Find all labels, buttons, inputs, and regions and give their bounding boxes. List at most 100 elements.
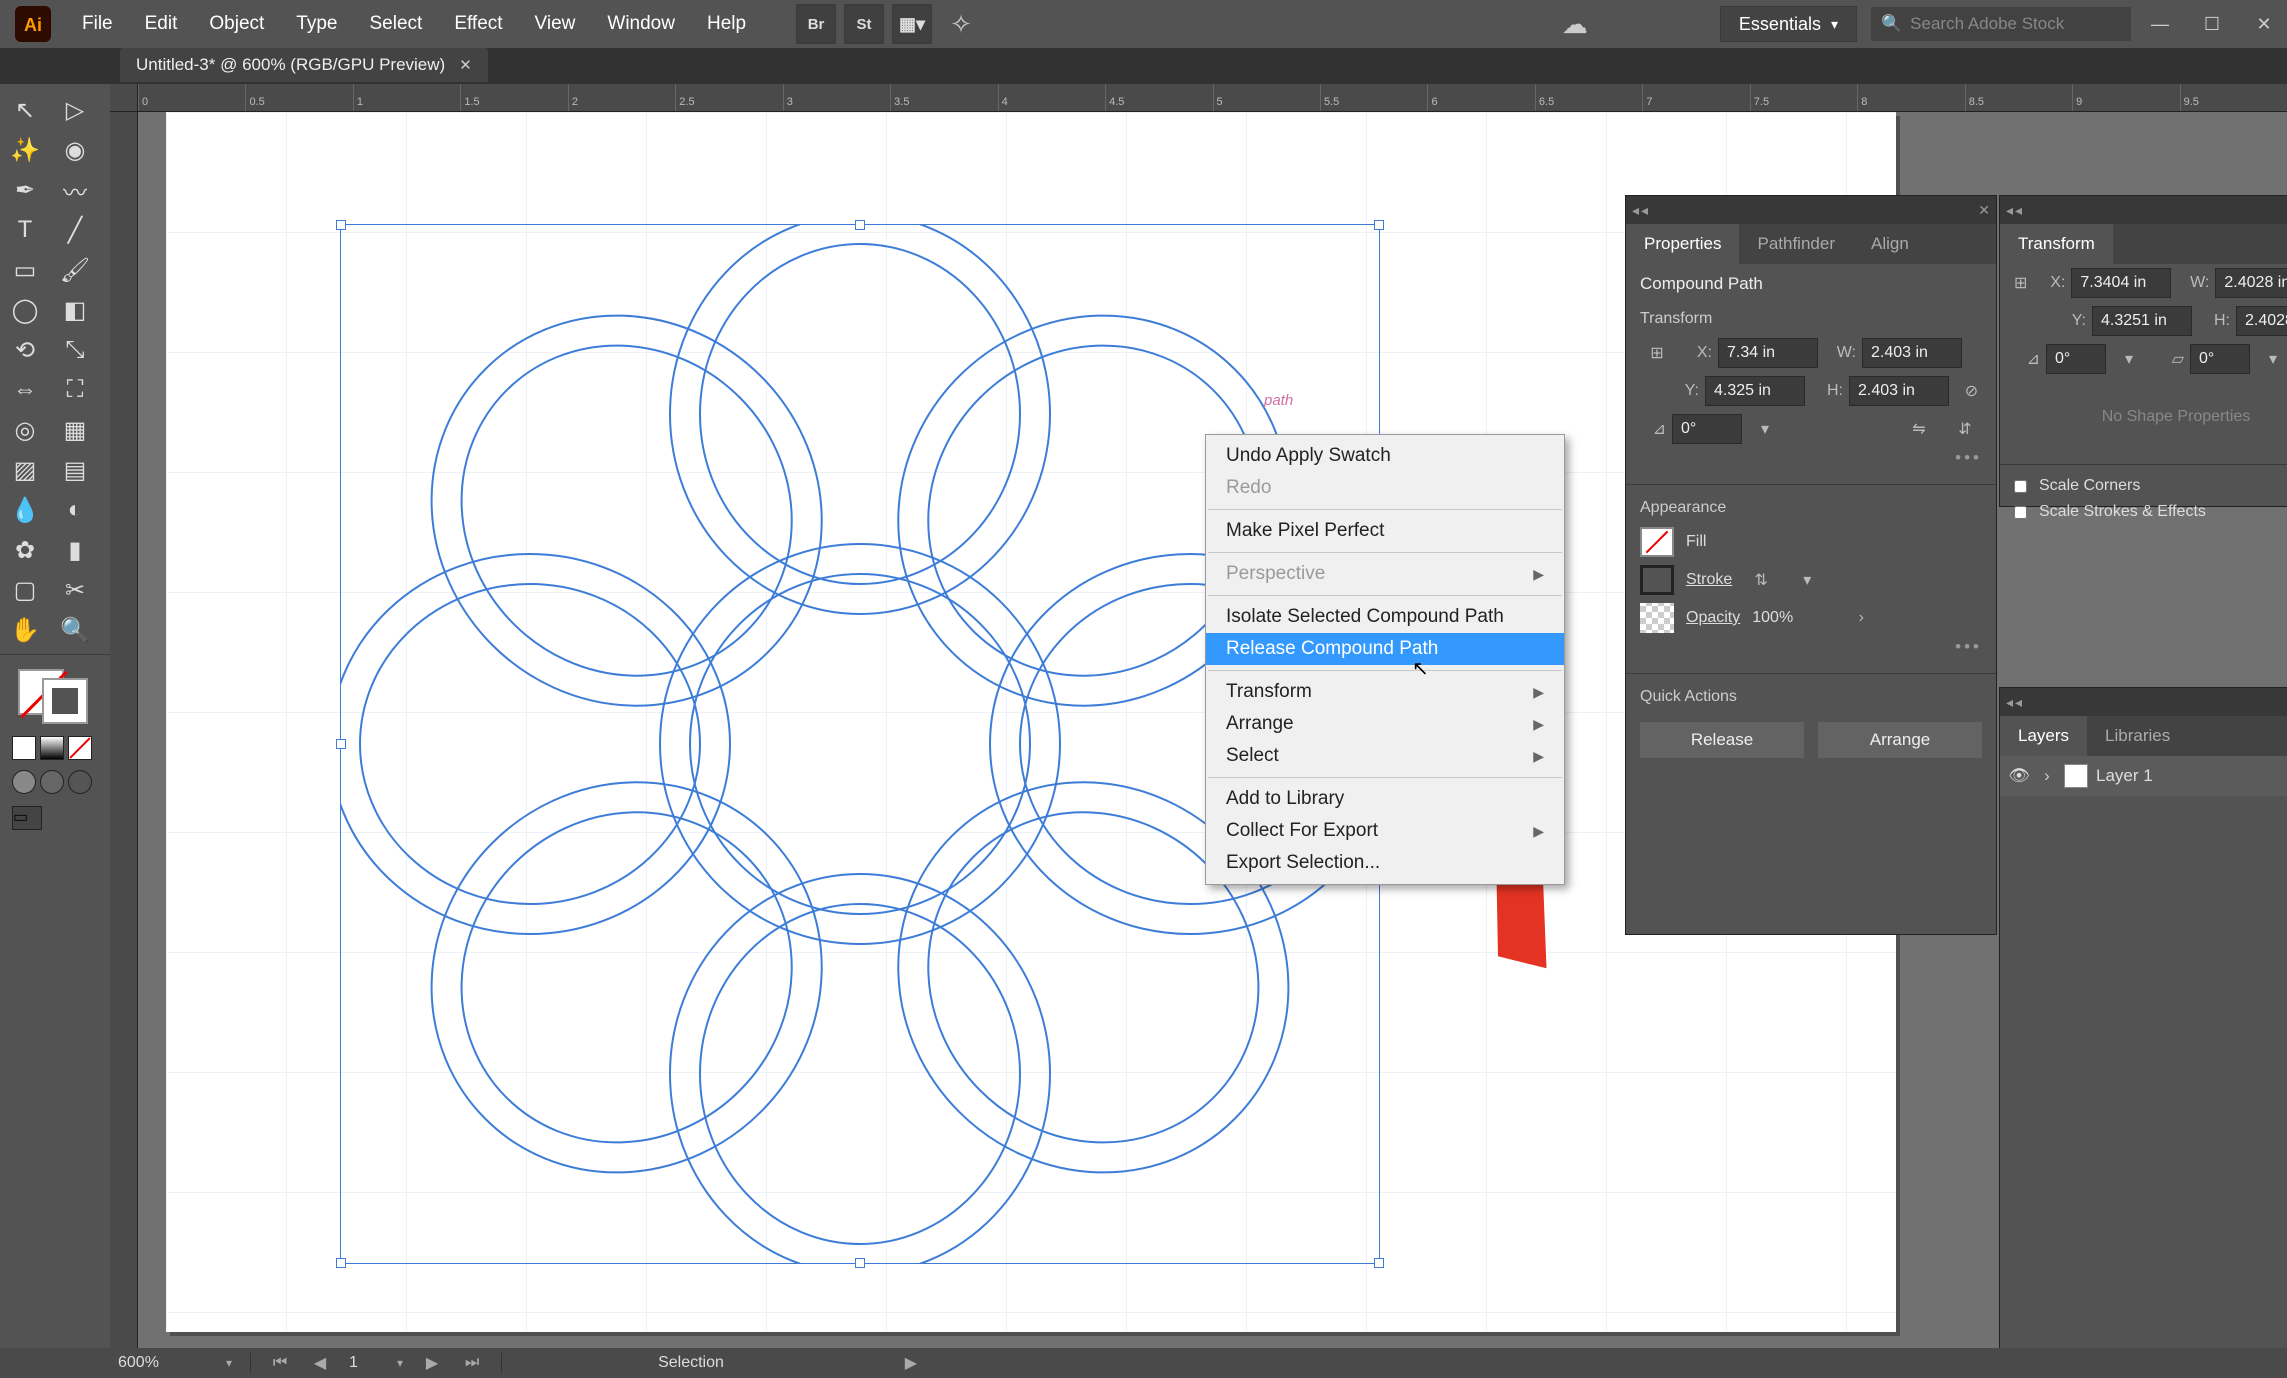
context-menu-item[interactable]: Arrange▶ <box>1206 708 1564 740</box>
zoom-level-input[interactable]: 600% <box>118 1354 208 1372</box>
menu-window[interactable]: Window <box>591 0 691 48</box>
type-tool-icon[interactable]: T <box>0 210 50 250</box>
rectangle-tool-icon[interactable]: ▭ <box>0 250 50 290</box>
menu-edit[interactable]: Edit <box>129 0 194 48</box>
window-minimize-icon[interactable]: — <box>2137 10 2183 38</box>
prop-x-input[interactable]: 7.34 in <box>1718 338 1818 368</box>
tab-pathfinder[interactable]: Pathfinder <box>1739 224 1853 264</box>
draw-behind-icon[interactable] <box>40 770 64 794</box>
magic-wand-tool-icon[interactable]: ✨ <box>0 130 50 170</box>
prop-h-input[interactable]: 2.403 in <box>1849 376 1949 406</box>
menu-effect[interactable]: Effect <box>438 0 518 48</box>
direct-selection-tool-icon[interactable]: ▷ <box>50 90 100 130</box>
free-transform-tool-icon[interactable]: ⛶ <box>50 370 100 410</box>
cloud-sync-icon[interactable]: ☁ <box>1550 0 1600 48</box>
status-menu-icon[interactable]: ▶ <box>900 1352 922 1374</box>
selection-tool-icon[interactable]: ↖ <box>0 90 50 130</box>
lasso-tool-icon[interactable]: ◉ <box>50 130 100 170</box>
next-artboard-icon[interactable]: ▶ <box>421 1352 443 1374</box>
arrange-button[interactable]: Arrange <box>1818 722 1982 758</box>
tab-libraries[interactable]: Libraries <box>2087 716 2188 756</box>
eyedropper-tool-icon[interactable]: 💧 <box>0 490 50 530</box>
more-transform-icon[interactable]: ••• <box>1626 448 1996 476</box>
bridge-icon[interactable]: Br <box>796 4 836 44</box>
context-menu-item[interactable]: Isolate Selected Compound Path <box>1206 601 1564 633</box>
scale-corners-checkbox[interactable] <box>2014 480 2027 493</box>
width-tool-icon[interactable]: ⇔ <box>0 370 50 410</box>
scale-strokes-checkbox[interactable] <box>2014 506 2027 519</box>
tf-rotate-input[interactable]: 0° <box>2046 344 2106 374</box>
layer-row[interactable]: 👁 › Layer 1 <box>2000 756 2287 796</box>
rotate-tool-icon[interactable]: ⟲ <box>0 330 50 370</box>
opacity-input[interactable]: 100% <box>1752 609 1832 627</box>
prev-artboard-icon[interactable]: ◀ <box>309 1352 331 1374</box>
flip-vertical-icon[interactable]: ⇵ <box>1948 414 1982 444</box>
hand-tool-icon[interactable]: ✋ <box>0 610 50 650</box>
zoom-chevron-icon[interactable]: ▾ <box>226 1356 232 1370</box>
zoom-tool-icon[interactable]: 🔍 <box>50 610 100 650</box>
release-button[interactable]: Release <box>1640 722 1804 758</box>
menu-type[interactable]: Type <box>280 0 353 48</box>
more-appearance-icon[interactable]: ••• <box>1626 637 1996 665</box>
line-segment-tool-icon[interactable]: ╱ <box>50 210 100 250</box>
menu-file[interactable]: File <box>66 0 129 48</box>
stroke-weight-stepper-icon[interactable]: ⇅ <box>1744 565 1778 595</box>
column-graph-tool-icon[interactable]: ▮ <box>50 530 100 570</box>
scale-tool-icon[interactable]: ⤡ <box>50 330 100 370</box>
menu-object[interactable]: Object <box>193 0 280 48</box>
link-wh-icon[interactable]: ⊘ <box>1961 376 1982 406</box>
context-menu-item[interactable]: Export Selection... <box>1206 847 1564 879</box>
window-maximize-icon[interactable]: ☐ <box>2189 10 2235 38</box>
expand-layer-icon[interactable]: › <box>2038 766 2056 786</box>
context-menu-item[interactable]: Select▶ <box>1206 740 1564 772</box>
first-artboard-icon[interactable]: ⏮ <box>269 1352 291 1374</box>
window-close-icon[interactable]: ✕ <box>2241 10 2287 38</box>
panel-close-icon[interactable]: ✕ <box>1978 202 1990 219</box>
workspace-switcher[interactable]: Essentials ▾ <box>1720 6 1857 42</box>
symbol-sprayer-tool-icon[interactable]: ✿ <box>0 530 50 570</box>
rotate-chevron-icon[interactable]: ▾ <box>1748 414 1782 444</box>
opacity-chevron-icon[interactable]: › <box>1844 603 1878 633</box>
stock-icon[interactable]: St <box>844 4 884 44</box>
color-mode-icon[interactable] <box>12 736 36 760</box>
blend-tool-icon[interactable]: ◐ <box>50 490 100 530</box>
menu-select[interactable]: Select <box>354 0 439 48</box>
gradient-mode-icon[interactable] <box>40 736 64 760</box>
canvas-area[interactable]: 00.511.522.533.544.555.566.577.588.599.5… <box>110 84 2287 1348</box>
flip-horizontal-icon[interactable]: ⇋ <box>1902 414 1936 444</box>
arrange-documents-icon[interactable]: ▦▾ <box>892 4 932 44</box>
fill-stroke-swatch[interactable] <box>18 669 88 724</box>
gpu-preview-icon[interactable]: ✧ <box>936 0 986 48</box>
context-menu-item[interactable]: Release Compound Path <box>1206 633 1564 665</box>
paintbrush-tool-icon[interactable]: 🖌 <box>50 250 100 290</box>
tf-h-input[interactable]: 2.4028 in <box>2236 306 2287 336</box>
pen-tool-icon[interactable]: ✒ <box>0 170 50 210</box>
visibility-toggle-icon[interactable]: 👁 <box>2008 766 2030 786</box>
tf-w-input[interactable]: 2.4028 in <box>2215 268 2287 298</box>
tab-properties[interactable]: Properties <box>1626 224 1739 264</box>
menu-view[interactable]: View <box>519 0 592 48</box>
stroke-profile-icon[interactable]: ▾ <box>1790 565 1824 595</box>
prop-w-input[interactable]: 2.403 in <box>1862 338 1962 368</box>
prop-y-input[interactable]: 4.325 in <box>1705 376 1805 406</box>
context-menu-item[interactable]: Make Pixel Perfect <box>1206 515 1564 547</box>
draw-normal-icon[interactable] <box>12 770 36 794</box>
transform-reference-point-icon[interactable]: ⊞ <box>2014 268 2027 298</box>
mesh-tool-icon[interactable]: ▨ <box>0 450 50 490</box>
artboard-tool-icon[interactable]: ▢ <box>0 570 50 610</box>
eraser-tool-icon[interactable]: ◧ <box>50 290 100 330</box>
stock-search-input[interactable]: 🔍 Search Adobe Stock <box>1871 7 2131 41</box>
artboard-number-input[interactable]: 1 <box>349 1354 379 1372</box>
tf-y-input[interactable]: 4.3251 in <box>2092 306 2192 336</box>
opacity-swatch-icon[interactable] <box>1640 603 1674 633</box>
reference-point-icon[interactable]: ⊞ <box>1640 338 1674 368</box>
curvature-tool-icon[interactable]: 〰 <box>50 170 100 210</box>
context-menu-item[interactable]: Transform▶ <box>1206 676 1564 708</box>
last-artboard-icon[interactable]: ⏭ <box>461 1352 483 1374</box>
prop-rotate-input[interactable]: 0° <box>1672 414 1742 444</box>
close-tab-icon[interactable]: ✕ <box>459 56 472 74</box>
tab-transform[interactable]: Transform <box>2000 224 2113 264</box>
context-menu-item[interactable]: Collect For Export▶ <box>1206 815 1564 847</box>
tf-x-input[interactable]: 7.3404 in <box>2071 268 2171 298</box>
tab-align[interactable]: Align <box>1853 224 1927 264</box>
